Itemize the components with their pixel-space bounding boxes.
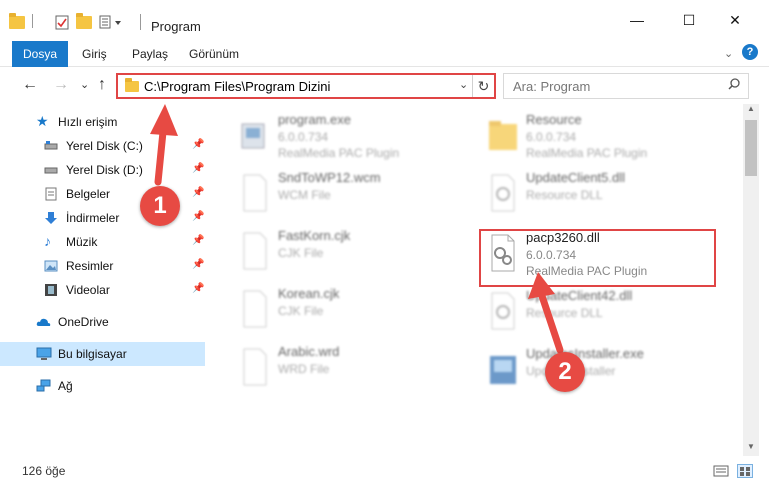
step-badge: 2	[545, 352, 585, 392]
annotation-arrows	[150, 104, 564, 354]
details-view-icon[interactable]	[713, 464, 729, 478]
step-badge: 1	[140, 186, 180, 226]
large-icons-view-icon[interactable]	[737, 464, 753, 478]
status-bar: 126 öğe	[0, 456, 769, 493]
item-count: 126 öğe	[22, 464, 66, 478]
